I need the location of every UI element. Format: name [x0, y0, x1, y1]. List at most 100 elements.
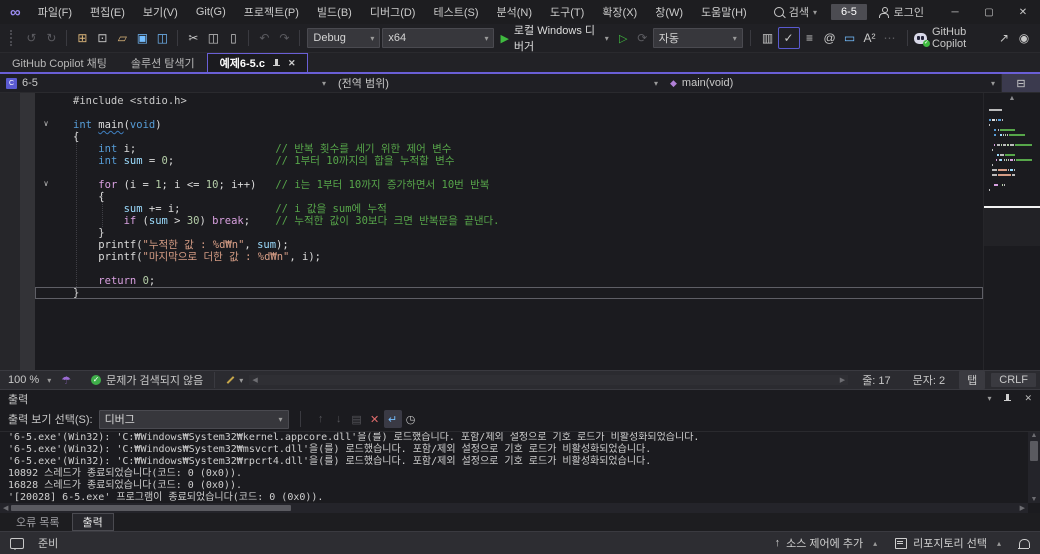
menu-item[interactable]: 창(W): [646, 1, 692, 23]
notifications-bell-icon[interactable]: [1019, 539, 1030, 548]
text-case-icon[interactable]: A²: [860, 28, 880, 48]
minimize-button[interactable]: ─: [938, 0, 972, 24]
feedback-bubble-icon[interactable]: [10, 538, 24, 549]
menu-item[interactable]: 확장(X): [593, 1, 646, 23]
code-editor[interactable]: #include <stdio.h>∨int main(void){ int i…: [0, 93, 1040, 370]
toolbar-grip[interactable]: [10, 30, 15, 46]
menu-item[interactable]: 빌드(B): [308, 1, 361, 23]
close-button[interactable]: ✕: [1006, 0, 1040, 24]
breakpoint-margin[interactable]: [20, 93, 35, 370]
window-position-icon[interactable]: ▾: [987, 394, 991, 403]
sign-in-button[interactable]: 로그인: [879, 4, 924, 20]
panel-tab[interactable]: 오류 목록: [6, 513, 70, 531]
menu-item[interactable]: Git(G): [187, 3, 235, 21]
member-dropdown[interactable]: ◆ main(void) ▾: [664, 74, 1001, 92]
editor-horizontal-scrollbar[interactable]: ◀ ▶: [249, 375, 848, 385]
hot-reload-button[interactable]: ⟳: [634, 28, 651, 48]
navigate-dim-icon[interactable]: ⋯: [880, 28, 900, 48]
scroll-down-icon[interactable]: ▼: [1031, 496, 1038, 503]
close-panel-icon[interactable]: ✕: [1024, 393, 1032, 404]
zoom-dropdown[interactable]: 100 % ▾: [4, 374, 55, 386]
add-to-source-control-button[interactable]: ↑ 소스 제어에 추가 ▴: [775, 535, 877, 551]
scroll-up-icon[interactable]: ▲: [1031, 432, 1038, 439]
undo-icon[interactable]: ↶: [254, 28, 274, 48]
document-tab[interactable]: GitHub Copilot 채팅: [0, 53, 119, 72]
add-item-icon[interactable]: ⊡: [92, 28, 112, 48]
goto-next-message-icon[interactable]: ↓: [330, 410, 348, 428]
send-feedback-icon[interactable]: ◉: [1014, 28, 1034, 48]
scroll-up-icon[interactable]: ▲: [984, 95, 1040, 102]
output-vertical-scrollbar[interactable]: ▲ ▼: [1028, 432, 1040, 503]
eol-indicator[interactable]: CRLF: [991, 373, 1036, 387]
select-repository-button[interactable]: 리포지토리 선택 ▴: [895, 535, 1001, 551]
pin-icon[interactable]: [1003, 394, 1012, 403]
fold-collapse-icon[interactable]: ∨: [41, 118, 51, 130]
menu-item[interactable]: 테스트(S): [424, 1, 487, 23]
comment-at-icon[interactable]: @: [820, 28, 840, 48]
ink-edit-button[interactable]: ▾: [226, 376, 243, 385]
scroll-right-icon[interactable]: ▶: [1020, 504, 1025, 512]
copy-output-icon[interactable]: ▤: [348, 410, 366, 428]
keyboard-icon[interactable]: ▭: [840, 28, 860, 48]
scroll-left-icon[interactable]: ◀: [3, 504, 8, 512]
start-debugging-button[interactable]: ▶ 로컬 Windows 디버거 ▾: [496, 22, 612, 54]
goto-previous-message-icon[interactable]: ↑: [312, 410, 330, 428]
menu-item[interactable]: 편집(E): [81, 1, 134, 23]
code-area[interactable]: #include <stdio.h>∨int main(void){ int i…: [35, 93, 983, 370]
menu-item[interactable]: 분석(N): [488, 1, 542, 23]
cut-icon[interactable]: ✂: [183, 28, 203, 48]
menu-item[interactable]: 프로젝트(P): [235, 1, 308, 23]
indent-icon[interactable]: ≡: [800, 28, 820, 48]
fold-collapse-icon[interactable]: ∨: [41, 178, 51, 190]
start-without-debugging-button[interactable]: ▷: [615, 28, 632, 48]
project-dropdown[interactable]: C 6-5 ▾: [0, 74, 332, 92]
minimap-viewport[interactable]: [984, 208, 1040, 246]
spell-check-icon[interactable]: ✓: [778, 27, 800, 49]
nav-forward-icon[interactable]: ↻: [41, 28, 61, 48]
clear-all-icon[interactable]: ✕: [366, 410, 384, 428]
search-menu[interactable]: 검색 ▾: [774, 4, 817, 20]
solution-platform-dropdown[interactable]: x64 ▾: [382, 28, 494, 48]
output-horizontal-scrollbar[interactable]: ◀ ▶: [0, 503, 1028, 513]
minimap[interactable]: [989, 107, 1033, 192]
scrollbar-thumb[interactable]: [1030, 441, 1038, 461]
scroll-left-icon[interactable]: ◀: [252, 376, 257, 384]
open-folder-icon[interactable]: ▱: [112, 28, 132, 48]
output-body[interactable]: '6-5.exe'(Win32): 'C:₩Windows₩System32₩k…: [0, 431, 1040, 513]
search-input[interactable]: 6-5: [831, 4, 867, 20]
attach-dropdown[interactable]: 자동 ▾: [653, 28, 743, 48]
menu-item[interactable]: 보기(V): [134, 1, 187, 23]
pin-icon[interactable]: [272, 59, 281, 68]
github-copilot-button[interactable]: ✓ GitHub Copilot: [914, 26, 992, 50]
share-icon[interactable]: ↗: [994, 28, 1014, 48]
close-tab-icon[interactable]: ✕: [288, 58, 296, 69]
tab-mode-indicator[interactable]: 탭: [959, 371, 985, 389]
scrollbar-thumb[interactable]: [11, 505, 291, 511]
paste-icon[interactable]: ▯: [223, 28, 243, 48]
column-indicator[interactable]: 문자: 2: [905, 372, 953, 388]
redo-icon[interactable]: ↷: [274, 28, 294, 48]
copy-icon[interactable]: ◫: [203, 28, 223, 48]
line-indicator[interactable]: 줄: 17: [854, 372, 898, 388]
new-project-icon[interactable]: ⊞: [72, 28, 92, 48]
save-icon[interactable]: ▣: [132, 28, 152, 48]
document-health-indicator[interactable]: ✓ 문제가 검색되지 않음: [91, 372, 203, 388]
panel-tab[interactable]: 출력: [72, 513, 114, 531]
nav-back-icon[interactable]: ↺: [21, 28, 41, 48]
output-header[interactable]: 출력 ▾ ✕: [0, 390, 1040, 407]
timestamp-icon[interactable]: ◷: [402, 410, 420, 428]
scroll-right-icon[interactable]: ▶: [840, 376, 845, 384]
output-source-dropdown[interactable]: 디버그 ▾: [99, 410, 289, 429]
menu-item[interactable]: 디버그(D): [361, 1, 425, 23]
menu-item[interactable]: 파일(F): [29, 1, 81, 23]
menu-item[interactable]: 도움말(H): [692, 1, 756, 23]
compare-documents-icon[interactable]: ▥: [758, 28, 778, 48]
document-tab[interactable]: 예제6-5.c✕: [207, 53, 309, 72]
word-wrap-icon[interactable]: ↵: [384, 410, 402, 428]
menu-item[interactable]: 도구(T): [541, 1, 593, 23]
scope-dropdown[interactable]: (전역 범위) ▾: [332, 74, 664, 92]
save-all-icon[interactable]: ◫: [152, 28, 172, 48]
maximize-button[interactable]: ▢: [972, 0, 1006, 24]
solution-configuration-dropdown[interactable]: Debug ▾: [307, 28, 380, 48]
accessibility-icon[interactable]: ☂: [61, 374, 71, 387]
